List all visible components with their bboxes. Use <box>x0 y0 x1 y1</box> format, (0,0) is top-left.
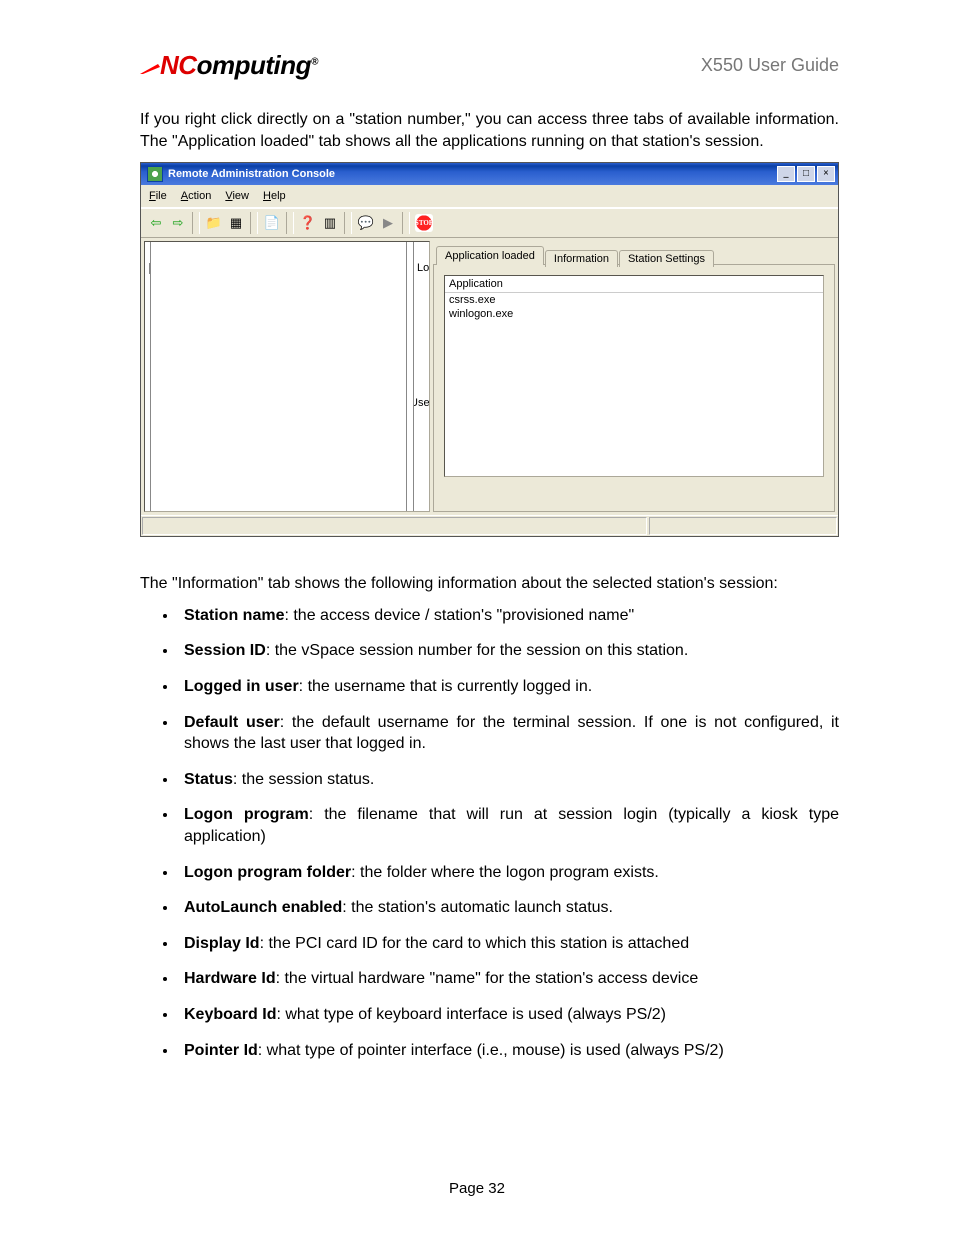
tab-information[interactable]: Information <box>545 250 618 267</box>
logo-rest: omputing <box>197 50 311 80</box>
forward-icon[interactable]: ⇨ <box>169 214 187 232</box>
list-item: Status: the session status. <box>178 769 839 791</box>
list-item: Hardware Id: the virtual hardware "name"… <box>178 968 839 990</box>
menubar: File Action View Help <box>141 185 838 208</box>
minimize-button[interactable]: _ <box>777 166 795 182</box>
help-icon[interactable]: ❓ <box>299 214 317 232</box>
app-icon <box>147 166 163 182</box>
logo-registered: ® <box>311 56 318 67</box>
menu-action[interactable]: Action <box>181 190 212 202</box>
close-button[interactable]: × <box>817 166 835 182</box>
toolbar: ⇦ ⇨ 📁 ▦ 📄 ❓ ▥ 💬 ▶ STOP <box>141 208 838 238</box>
info-paragraph: The "Information" tab shows the followin… <box>140 573 839 595</box>
play-icon[interactable]: ▶ <box>379 214 397 232</box>
list-item: Logon program folder: the folder where t… <box>178 862 839 884</box>
info-bullet-list: Station name: the access device / statio… <box>178 605 839 1061</box>
column-header-application[interactable]: Application <box>445 276 823 293</box>
menu-view[interactable]: View <box>225 190 249 202</box>
list-item: Session ID: the vSpace session number fo… <box>178 640 839 662</box>
menu-file[interactable]: File <box>149 190 167 202</box>
maximize-button[interactable]: □ <box>797 166 815 182</box>
logo: NComputing® <box>140 50 318 81</box>
logo-swoosh-icon <box>140 64 160 74</box>
app-row[interactable]: csrss.exe <box>445 293 823 307</box>
list-item: Default user: the default username for t… <box>178 712 839 755</box>
list-item: Logon program: the filename that will ru… <box>178 804 839 847</box>
logo-n: NC <box>160 50 197 80</box>
page-header: NComputing® X550 User Guide <box>140 50 839 81</box>
app-row[interactable]: winlogon.exe <box>445 307 823 321</box>
tree-pane[interactable]: Settings -Local Settings -X550 (5-head) … <box>144 241 430 512</box>
list-item: AutoLaunch enabled: the station's automa… <box>178 897 839 919</box>
app-window: Remote Administration Console _ □ × File… <box>140 162 839 537</box>
tab-station-settings[interactable]: Station Settings <box>619 250 714 267</box>
list-item: Station name: the access device / statio… <box>178 605 839 627</box>
page-number: Page 32 <box>0 1180 954 1197</box>
back-icon[interactable]: ⇦ <box>147 214 165 232</box>
list-item: Display Id: the PCI card ID for the card… <box>178 933 839 955</box>
tree-local[interactable]: Local Settings <box>417 261 430 276</box>
window-title: Remote Administration Console <box>168 168 335 180</box>
tab-body: Application csrss.exe winlogon.exe <box>433 264 835 512</box>
titlebar[interactable]: Remote Administration Console _ □ × <box>141 163 838 185</box>
tab-application-loaded[interactable]: Application loaded <box>436 246 544 265</box>
window-body: Settings -Local Settings -X550 (5-head) … <box>141 238 838 515</box>
stop-icon[interactable]: STOP <box>415 214 433 232</box>
intro-paragraph: If you right click directly on a "statio… <box>140 109 839 152</box>
list-item: Keyboard Id: what type of keyboard inter… <box>178 1004 839 1026</box>
columns-icon[interactable]: ▥ <box>321 214 339 232</box>
up-folder-icon[interactable]: 📁 <box>205 214 223 232</box>
bubble-icon[interactable]: 💬 <box>357 214 375 232</box>
menu-help[interactable]: Help <box>263 190 286 202</box>
tab-strip: Application loaded Information Station S… <box>433 241 835 265</box>
list-item: Logged in user: the username that is cur… <box>178 676 839 698</box>
application-list[interactable]: Application csrss.exe winlogon.exe <box>444 275 824 477</box>
guide-title: X550 User Guide <box>701 55 839 76</box>
user-icon <box>150 241 407 512</box>
right-pane: Application loaded Information Station S… <box>433 241 835 512</box>
grid-icon[interactable]: ▦ <box>227 214 245 232</box>
document-page: NComputing® X550 User Guide If you right… <box>0 0 954 1235</box>
doc-icon[interactable]: 📄 <box>263 214 281 232</box>
list-item: Pointer Id: what type of pointer interfa… <box>178 1040 839 1062</box>
statusbar <box>141 515 838 536</box>
